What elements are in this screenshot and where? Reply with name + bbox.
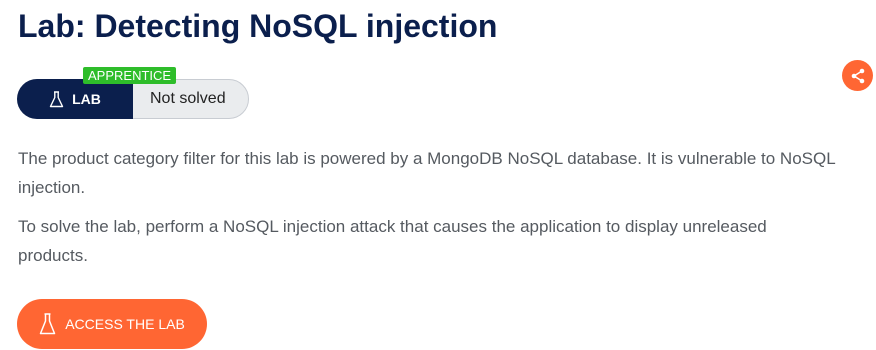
lab-type-label: LAB [17,79,133,119]
flask-icon [39,313,56,335]
lab-goal-paragraph: To solve the lab, perform a NoSQL inject… [18,217,767,265]
flask-icon [49,90,64,107]
lab-status-widget: LAB Not solved [17,79,249,119]
share-icon [851,68,864,83]
lab-description-paragraph: The product category filter for this lab… [18,149,836,197]
access-lab-label: ACCESS THE LAB [65,316,185,332]
solved-status: Not solved [150,90,226,107]
lab-type-text: LAB [72,91,101,107]
page-title: Lab: Detecting NoSQL injection [18,8,498,44]
share-button[interactable] [842,60,873,91]
level-badge: APPRENTICE [83,67,177,84]
access-lab-button[interactable]: ACCESS THE LAB [17,299,207,349]
